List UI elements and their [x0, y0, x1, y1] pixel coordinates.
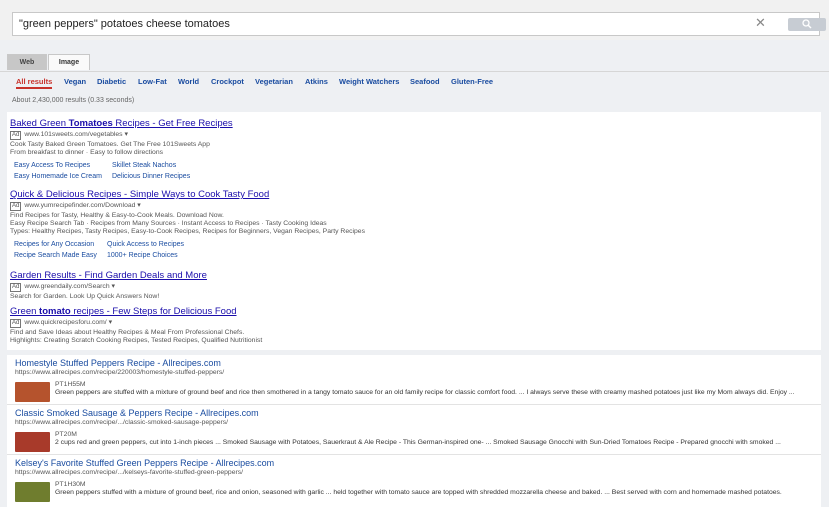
filter-vegan[interactable]: Vegan — [64, 77, 86, 86]
result-snippet: PT1H30M Green peppers stuffed with a mix… — [55, 481, 815, 497]
filter-all-results[interactable]: All results — [16, 77, 53, 89]
tab-web[interactable]: Web — [7, 54, 47, 70]
ad-badge: Ad — [10, 202, 22, 211]
ad-description: Find and Save Ideas about Healthy Recipe… — [10, 329, 245, 336]
result-title-link[interactable]: Kelsey's Favorite Stuffed Green Peppers … — [15, 458, 815, 468]
filter-weight-watchers[interactable]: Weight Watchers — [339, 77, 399, 86]
result-url: https://www.allrecipes.com/recipe/.../cl… — [15, 419, 229, 426]
ad-description: Easy Recipe Search Tab · Recipes from Ma… — [10, 220, 327, 227]
ad-description: Highlights: Creating Scratch Cooking Rec… — [10, 337, 263, 344]
filter-gluten-free[interactable]: Gluten-Free — [451, 77, 493, 86]
ad-title-link[interactable]: Garden Results - Find Garden Deals and M… — [10, 270, 207, 281]
search-icon — [802, 19, 812, 29]
result-divider — [7, 404, 821, 405]
filter-vegetarian[interactable]: Vegetarian — [255, 77, 293, 86]
ad-url: Ad www.quickrecipesforu.com/ ▾ — [10, 319, 113, 328]
result-url: https://www.allrecipes.com/recipe/.../ke… — [15, 469, 244, 476]
search-button[interactable] — [788, 18, 826, 31]
recipe-thumbnail[interactable] — [15, 432, 50, 452]
results-count: About 2,430,000 results (0.33 seconds) — [12, 97, 135, 104]
filter-low-fat[interactable]: Low-Fat — [138, 77, 167, 86]
organic-result: Homestyle Stuffed Peppers Recipe - Allre… — [15, 358, 815, 402]
result-snippet: PT20M 2 cups red and green peppers, cut … — [55, 431, 815, 447]
ad-description: From breakfast to dinner · Easy to follo… — [10, 149, 163, 156]
ad-url: Ad www.greendaily.com/Search ▾ — [10, 283, 115, 292]
filter-crockpot[interactable]: Crockpot — [211, 77, 244, 86]
sitelink[interactable]: 1000+ Recipe Choices — [107, 252, 178, 259]
sitelink[interactable]: Easy Homemade Ice Cream — [14, 173, 102, 180]
recipe-duration: PT20M — [55, 431, 77, 438]
organic-results-panel: Homestyle Stuffed Peppers Recipe - Allre… — [7, 355, 821, 507]
filter-atkins[interactable]: Atkins — [305, 77, 328, 86]
ad-result: Garden Results - Find Garden Deals and M… — [10, 270, 207, 300]
ad-title-link[interactable]: Quick & Delicious Recipes - Simple Ways … — [10, 189, 365, 200]
tab-divider — [0, 71, 829, 72]
ad-title-link[interactable]: Green tomato recipes - Few Steps for Del… — [10, 306, 262, 317]
ad-description: Search for Garden. Look Up Quick Answers… — [10, 293, 160, 300]
filter-world[interactable]: World — [178, 77, 199, 86]
snippet-text: Green peppers stuffed with a mixture of … — [55, 489, 782, 496]
ads-panel: Baked Green Tomatoes Recipes - Get Free … — [7, 112, 821, 350]
result-title-link[interactable]: Homestyle Stuffed Peppers Recipe - Allre… — [15, 358, 815, 368]
sitelink[interactable]: Quick Access to Recipes — [107, 241, 184, 248]
recipe-duration: PT1H55M — [55, 381, 86, 388]
filter-seafood[interactable]: Seafood — [410, 77, 440, 86]
search-box: ✕ — [12, 12, 826, 36]
sitelink[interactable]: Recipes for Any Occasion — [14, 241, 94, 248]
result-snippet: PT1H55M Green peppers are stuffed with a… — [55, 381, 815, 397]
recipe-thumbnail[interactable] — [15, 482, 50, 502]
ad-description: Cook Tasty Baked Green Tomatoes. Get The… — [10, 141, 210, 148]
sitelink[interactable]: Skillet Steak Nachos — [112, 162, 176, 169]
filter-diabetic[interactable]: Diabetic — [97, 77, 126, 86]
ad-result: Green tomato recipes - Few Steps for Del… — [10, 306, 262, 344]
sitelink[interactable]: Recipe Search Made Easy — [14, 252, 97, 259]
result-url: https://www.allrecipes.com/recipe/220003… — [15, 369, 225, 376]
ad-result: Quick & Delicious Recipes - Simple Ways … — [10, 189, 365, 263]
organic-result: Classic Smoked Sausage & Peppers Recipe … — [15, 408, 815, 452]
ad-description: Types: Healthy Recipes, Tasty Recipes, E… — [10, 228, 365, 235]
ad-title-link[interactable]: Baked Green Tomatoes Recipes - Get Free … — [10, 118, 233, 129]
recipe-duration: PT1H30M — [55, 481, 86, 488]
ad-description: Find Recipes for Tasty, Healthy & Easy-t… — [10, 212, 224, 219]
snippet-text: Green peppers are stuffed with a mixture… — [55, 389, 795, 396]
ad-url: Ad www.101sweets.com/vegetables ▾ — [10, 131, 128, 140]
tab-image[interactable]: Image — [48, 54, 90, 70]
ad-sitelinks: Recipes for Any Occasion Quick Access to… — [10, 241, 365, 263]
clear-icon[interactable]: ✕ — [755, 15, 766, 31]
sitelink[interactable]: Easy Access To Recipes — [14, 162, 90, 169]
ad-badge: Ad — [10, 319, 22, 328]
top-search-bar: ✕ — [0, 0, 829, 40]
search-input[interactable] — [19, 16, 739, 32]
result-title-link[interactable]: Classic Smoked Sausage & Peppers Recipe … — [15, 408, 815, 418]
ad-badge: Ad — [10, 283, 22, 292]
organic-result: Kelsey's Favorite Stuffed Green Peppers … — [15, 458, 815, 502]
ad-url: Ad www.yumrecipefinder.com/Download ▾ — [10, 202, 141, 211]
recipe-thumbnail[interactable] — [15, 382, 50, 402]
sitelink[interactable]: Delicious Dinner Recipes — [112, 173, 190, 180]
ad-sitelinks: Easy Access To Recipes Skillet Steak Nac… — [10, 162, 233, 184]
result-divider — [7, 454, 821, 455]
snippet-text: 2 cups red and green peppers, cut into 1… — [55, 439, 781, 446]
ad-badge: Ad — [10, 131, 22, 140]
ad-result: Baked Green Tomatoes Recipes - Get Free … — [10, 118, 233, 184]
